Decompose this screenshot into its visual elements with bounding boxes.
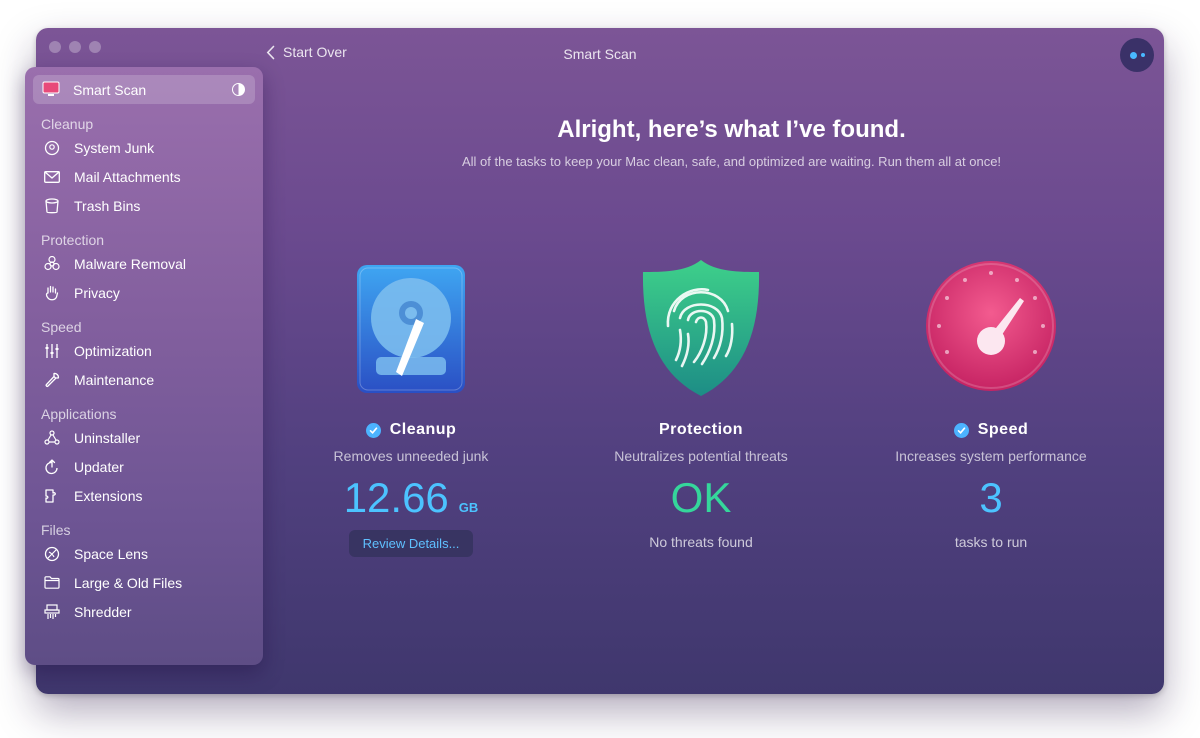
protection-name: Protection (658, 421, 744, 438)
sidebar-section-protection: Protection (41, 232, 105, 248)
shredder-icon (43, 603, 61, 621)
speedometer-icon (926, 256, 1056, 396)
sidebar-item-label: Uninstaller (74, 429, 141, 446)
speed-name: Speed (977, 421, 1029, 438)
speed-description: Increases system performance (895, 448, 1087, 464)
protection-footer: No threats found (649, 534, 753, 550)
sidebar-item-label: Mail Attachments (74, 168, 181, 185)
speed-card: Speed Increases system performance 3 tas… (861, 256, 1121, 550)
sidebar-item-label: Maintenance (74, 371, 155, 388)
sidebar-item-optimization[interactable]: Optimization (25, 336, 263, 365)
speed-value: 3 (861, 474, 1121, 526)
trash-icon (43, 197, 61, 215)
sidebar-item-extensions[interactable]: Extensions (25, 481, 263, 510)
cleanup-unit: GB (458, 500, 479, 515)
speed-task-count: 3 (979, 474, 1003, 521)
sidebar-item-shredder[interactable]: Shredder (25, 597, 263, 626)
sidebar-item-label: Malware Removal (74, 255, 187, 272)
protection-card: Protection Neutralizes potential threats… (571, 256, 831, 550)
sidebar-item-label: System Junk (74, 139, 155, 156)
sidebar-item-mail-attachments[interactable]: Mail Attachments (25, 162, 263, 191)
sidebar-item-label: Trash Bins (74, 197, 141, 214)
uninstaller-icon (43, 429, 61, 447)
speed-title: Speed (861, 420, 1121, 440)
cleanup-title: Cleanup (281, 420, 541, 440)
sidebar-item-large-old-files[interactable]: Large & Old Files (25, 568, 263, 597)
check-circle-icon (365, 422, 381, 438)
check-circle-icon (953, 422, 969, 438)
sidebar-item-label: Space Lens (74, 545, 148, 562)
cleanup-description: Removes unneeded junk (333, 448, 489, 464)
updater-icon (43, 458, 61, 476)
sidebar-item-maintenance[interactable]: Maintenance (25, 365, 263, 394)
sidebar-item-label: Shredder (74, 603, 132, 620)
fingerprint-shield-icon (636, 256, 766, 396)
assistant-dot-small-icon (1140, 53, 1145, 57)
hand-icon (43, 284, 61, 302)
sidebar-section-speed: Speed (41, 319, 82, 335)
sidebar-item-label: Updater (74, 458, 124, 475)
sidebar-item-space-lens[interactable]: Space Lens (25, 539, 263, 568)
space-lens-icon (43, 545, 61, 563)
sidebar-item-label: Extensions (74, 487, 143, 504)
sidebar-item-label: Smart Scan (73, 81, 147, 98)
monitor-icon (42, 81, 60, 99)
sidebar-item-system-junk[interactable]: System Junk (25, 133, 263, 162)
sidebar-item-malware-removal[interactable]: Malware Removal (25, 249, 263, 278)
window-title: Smart Scan (563, 46, 637, 62)
page-title: Alright, here’s what I’ve found. (557, 116, 906, 143)
sidebar-item-privacy[interactable]: Privacy (25, 278, 263, 307)
sliders-icon (43, 342, 61, 360)
folder-icon (43, 574, 61, 592)
sidebar-item-label: Optimization (74, 342, 152, 359)
cleanup-value: 12.66 GB (281, 474, 541, 526)
cleanup-card: Cleanup Removes unneeded junk 12.66 GB R… (281, 256, 541, 557)
sidebar-item-label: Privacy (74, 284, 120, 301)
progress-pie-icon (232, 83, 245, 96)
sidebar: Smart Scan Cleanup System Junk Mail Atta… (25, 67, 263, 665)
protection-title: Protection (571, 420, 831, 440)
sidebar-item-uninstaller[interactable]: Uninstaller (25, 423, 263, 452)
assistant-dot-icon (1129, 51, 1137, 59)
speed-footer: tasks to run (954, 534, 1028, 550)
biohazard-icon (43, 255, 61, 273)
sidebar-section-applications: Applications (41, 406, 117, 422)
protection-status: OK (670, 474, 732, 521)
system-junk-icon (43, 139, 61, 157)
sidebar-item-trash-bins[interactable]: Trash Bins (25, 191, 263, 220)
mail-icon (43, 168, 61, 186)
wrench-icon (43, 371, 61, 389)
cleanup-name: Cleanup (389, 421, 457, 438)
sidebar-section-cleanup: Cleanup (41, 116, 94, 132)
review-details-button[interactable]: Review Details... (348, 530, 474, 557)
page-subtitle: All of the tasks to keep your Mac clean,… (461, 154, 1002, 169)
cleanup-amount: 12.66 (343, 474, 449, 521)
sidebar-item-smart-scan[interactable]: Smart Scan (33, 75, 255, 104)
sidebar-item-updater[interactable]: Updater (25, 452, 263, 481)
extensions-icon (43, 487, 61, 505)
protection-value: OK (571, 474, 831, 526)
sidebar-section-files: Files (41, 522, 71, 538)
hard-drive-icon (346, 256, 476, 396)
assistant-button[interactable] (1120, 38, 1154, 72)
sidebar-item-label: Large & Old Files (74, 574, 183, 591)
protection-description: Neutralizes potential threats (614, 448, 788, 464)
